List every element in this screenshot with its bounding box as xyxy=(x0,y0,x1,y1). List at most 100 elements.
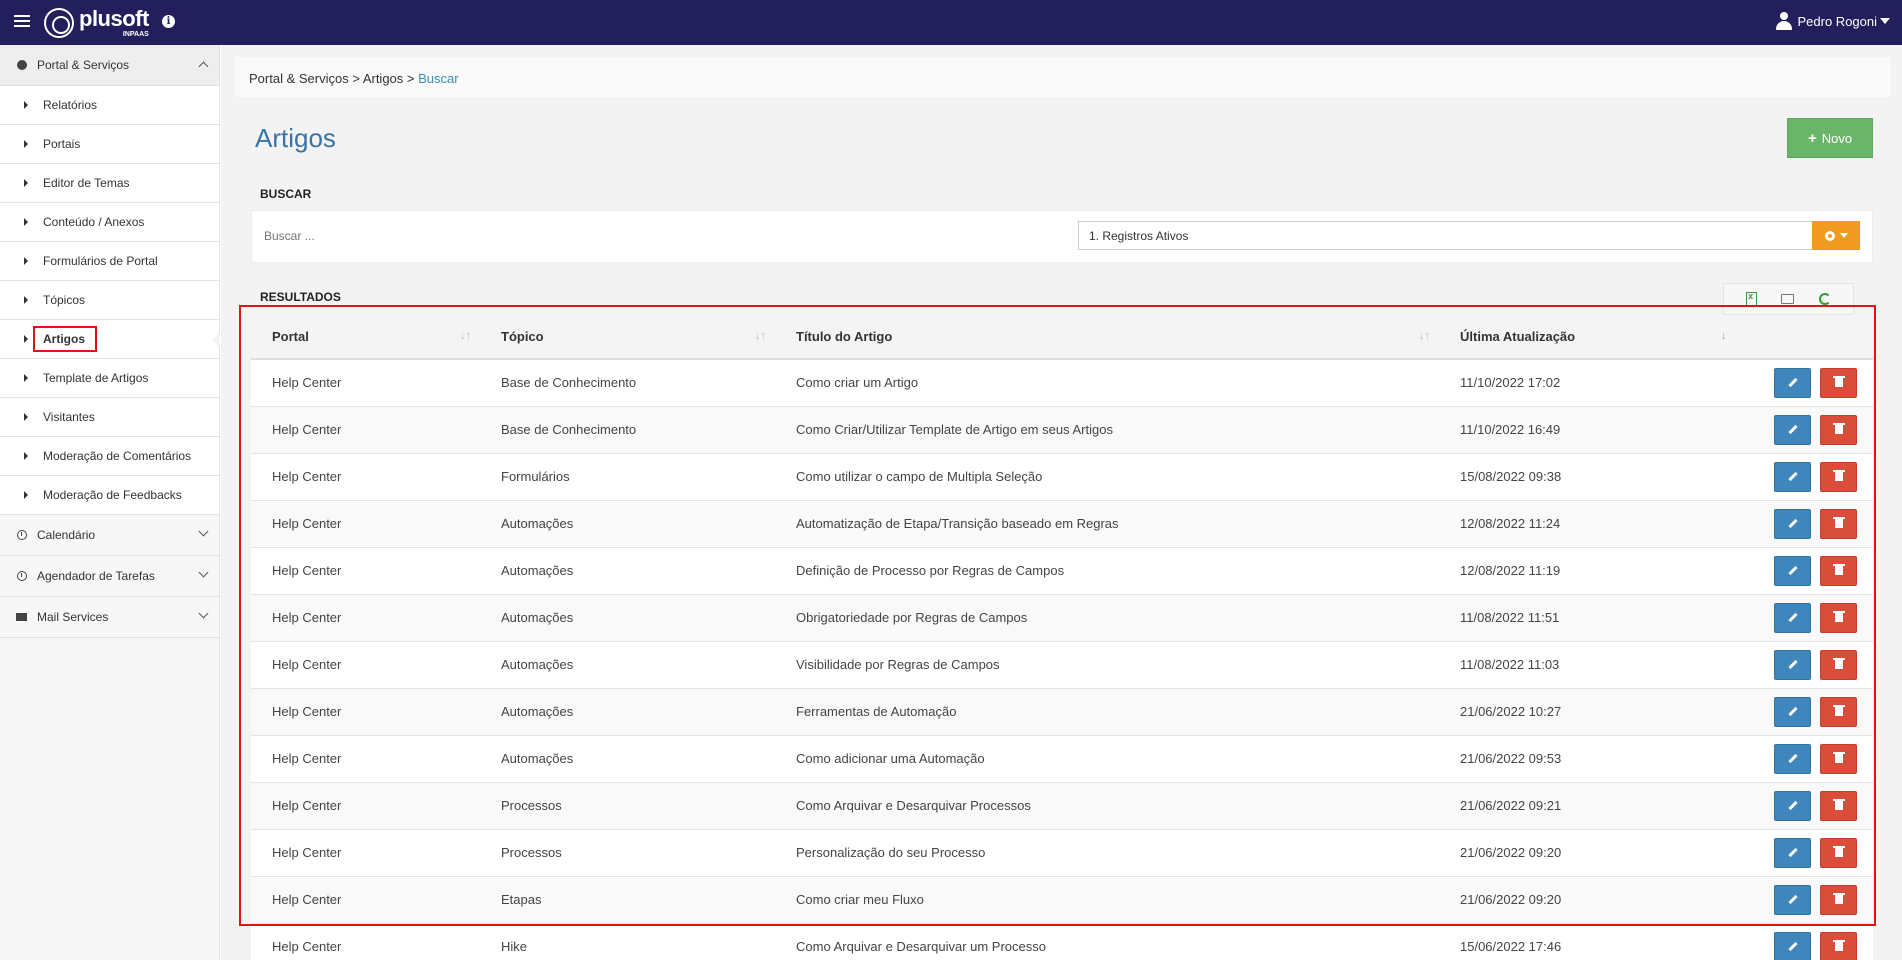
cell-portal: Help Center xyxy=(251,828,480,876)
sidebar-item-moderacao-feedbacks[interactable]: Moderação de Feedbacks xyxy=(0,476,219,515)
cell-portal: Help Center xyxy=(251,358,480,406)
menu-icon[interactable] xyxy=(14,15,30,29)
edit-button[interactable] xyxy=(1774,837,1811,868)
edit-button[interactable] xyxy=(1774,461,1811,492)
table-row[interactable]: Help Center Formulários Como utilizar o ca… xyxy=(251,452,1873,500)
table-row[interactable]: Help Center Etapas Como criar meu Fluxo 21/… xyxy=(251,875,1873,923)
cell-title: Personalização do seu Processo xyxy=(775,828,1439,876)
sidebar-item-moderacao-comentarios[interactable]: Moderação de Comentários xyxy=(0,437,219,476)
table-row[interactable]: Help Center Base de Conhecimento Como Cria… xyxy=(251,405,1873,453)
table-row[interactable]: Help Center Processos Como Arquivar e Desa… xyxy=(251,781,1873,829)
clock-icon xyxy=(16,530,27,540)
logo-name: plusoft xyxy=(79,6,149,31)
sidebar-item-visitantes[interactable]: Visitantes xyxy=(0,398,219,437)
delete-button[interactable] xyxy=(1820,743,1857,774)
sidebar-item-portais[interactable]: Portais xyxy=(0,125,219,164)
sidebar-group-mail[interactable]: Mail Services xyxy=(0,597,219,638)
table-row[interactable]: Help Center Base de Conhecimento Como cria… xyxy=(251,358,1873,406)
sidebar-group-calendario[interactable]: Calendário xyxy=(0,515,219,556)
pencil-icon xyxy=(1787,847,1798,858)
edit-button[interactable] xyxy=(1774,696,1811,727)
cell-actions xyxy=(1741,405,1873,453)
table-row[interactable]: Help Center Automações Visibilidade por Re… xyxy=(251,640,1873,688)
edit-button[interactable] xyxy=(1774,931,1811,960)
cell-topic: Hike xyxy=(480,922,775,960)
edit-button[interactable] xyxy=(1774,790,1811,821)
pencil-icon xyxy=(1787,565,1798,576)
sidebar-item-label: Formulários de Portal xyxy=(43,254,158,268)
info-icon[interactable]: i xyxy=(162,15,175,28)
sidebar-item-editor-temas[interactable]: Editor de Temas xyxy=(0,164,219,203)
sidebar-item-template-artigos[interactable]: Template de Artigos xyxy=(0,359,219,398)
sidebar-item-conteudo[interactable]: Conteúdo / Anexos xyxy=(0,203,219,242)
table-row[interactable]: Help Center Hike Como Arquivar e Desarquiv… xyxy=(251,922,1873,960)
delete-button[interactable] xyxy=(1820,602,1857,633)
cell-actions xyxy=(1741,499,1873,547)
cell-updated: 21/06/2022 09:20 xyxy=(1439,875,1741,923)
edit-button[interactable] xyxy=(1774,367,1811,398)
table-row[interactable]: Help Center Automações Como adicionar uma … xyxy=(251,734,1873,782)
column-header-updated[interactable]: Última Atualização ↓ xyxy=(1439,315,1741,360)
cell-updated: 21/06/2022 09:20 xyxy=(1439,828,1741,876)
logo[interactable]: plusoft INPAAS xyxy=(44,5,149,41)
edit-button[interactable] xyxy=(1774,555,1811,586)
edit-button[interactable] xyxy=(1774,602,1811,633)
delete-button[interactable] xyxy=(1820,931,1857,960)
table-row[interactable]: Help Center Processos Personalização do se… xyxy=(251,828,1873,876)
cell-updated: 11/10/2022 16:49 xyxy=(1439,405,1741,453)
new-button[interactable]: + Novo xyxy=(1787,118,1873,158)
sort-icon: ↓↑ xyxy=(1419,330,1430,342)
status-filter-select[interactable]: 1. Registros Ativos xyxy=(1078,221,1813,250)
caret-right-icon xyxy=(24,101,28,109)
cell-updated: 21/06/2022 09:21 xyxy=(1439,781,1741,829)
plus-icon: + xyxy=(1807,129,1817,147)
delete-button[interactable] xyxy=(1820,649,1857,680)
trash-icon xyxy=(1832,752,1845,763)
breadcrumb-current[interactable]: Buscar xyxy=(418,71,458,86)
delete-button[interactable] xyxy=(1820,696,1857,727)
edit-button[interactable] xyxy=(1774,414,1811,445)
trash-icon xyxy=(1832,846,1845,857)
column-header-topic[interactable]: Tópico ↓↑ xyxy=(480,315,775,360)
edit-button[interactable] xyxy=(1774,649,1811,680)
delete-button[interactable] xyxy=(1820,461,1857,492)
column-header-portal[interactable]: Portal ↓↑ xyxy=(251,315,480,360)
delete-button[interactable] xyxy=(1820,790,1857,821)
sidebar-item-artigos[interactable]: Artigos xyxy=(0,320,220,359)
refresh-icon[interactable] xyxy=(1818,293,1831,305)
cell-title: Obrigatoriedade por Regras de Campos xyxy=(775,593,1439,641)
delete-button[interactable] xyxy=(1820,555,1857,586)
table-row[interactable]: Help Center Automações Definição de Proces… xyxy=(251,546,1873,594)
delete-button[interactable] xyxy=(1820,837,1857,868)
pencil-icon xyxy=(1787,659,1798,670)
table-row[interactable]: Help Center Automações Automatização de Et… xyxy=(251,499,1873,547)
breadcrumb-portal[interactable]: Portal & Serviços xyxy=(249,71,349,86)
sidebar-item-formularios[interactable]: Formulários de Portal xyxy=(0,242,219,281)
table-row[interactable]: Help Center Automações Ferramentas de Auto… xyxy=(251,687,1873,735)
edit-button[interactable] xyxy=(1774,508,1811,539)
sidebar-item-relatorios[interactable]: Relatórios xyxy=(0,86,219,125)
cell-portal: Help Center xyxy=(251,687,480,735)
print-icon[interactable] xyxy=(1781,294,1795,304)
user-menu[interactable]: Pedro Rogoni xyxy=(1775,12,1890,30)
breadcrumb-artigos[interactable]: Artigos xyxy=(363,71,403,86)
search-input[interactable] xyxy=(264,221,864,251)
caret-right-icon xyxy=(24,179,28,187)
table-row[interactable]: Help Center Automações Obrigatoriedade por… xyxy=(251,593,1873,641)
column-header-title[interactable]: Título do Artigo ↓↑ xyxy=(775,315,1439,360)
caret-right-icon xyxy=(24,452,28,460)
sidebar-group-agendador[interactable]: Agendador de Tarefas xyxy=(0,556,219,597)
edit-button[interactable] xyxy=(1774,743,1811,774)
cell-portal: Help Center xyxy=(251,640,480,688)
delete-button[interactable] xyxy=(1820,508,1857,539)
delete-button[interactable] xyxy=(1820,414,1857,445)
options-button[interactable] xyxy=(1812,221,1860,250)
sidebar-item-topicos[interactable]: Tópicos xyxy=(0,281,219,320)
delete-button[interactable] xyxy=(1820,367,1857,398)
excel-export-icon[interactable] xyxy=(1746,291,1758,306)
sidebar-group-portal[interactable]: Portal & Serviços xyxy=(0,45,219,86)
delete-button[interactable] xyxy=(1820,884,1857,915)
cell-updated: 21/06/2022 09:53 xyxy=(1439,734,1741,782)
edit-button[interactable] xyxy=(1774,884,1811,915)
pencil-icon xyxy=(1787,424,1798,435)
